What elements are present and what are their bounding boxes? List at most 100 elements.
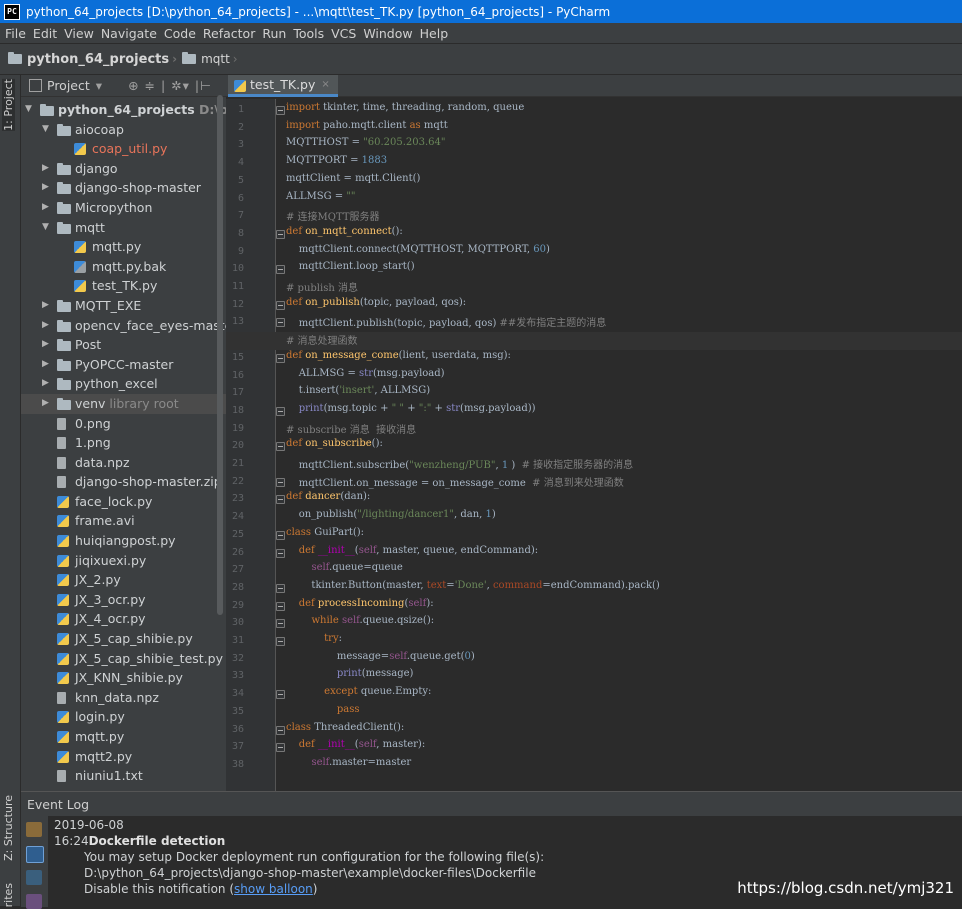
tree-item[interactable]: ▶ opencv_face_eyes-master — [21, 316, 226, 336]
menu-run[interactable]: Run — [262, 26, 286, 41]
code-token: self — [311, 756, 330, 768]
fold-marker-icon[interactable] — [276, 265, 285, 275]
project-tree-scrollbar[interactable] — [217, 95, 223, 615]
tree-item[interactable]: ▶ MQTT_EXE — [21, 296, 226, 316]
tree-item[interactable]: ▶ django — [21, 159, 226, 179]
tree-item[interactable]: JX_4_ocr.py — [21, 609, 226, 629]
fold-marker-icon[interactable] — [276, 601, 285, 611]
collapsed-arrow-icon[interactable]: ▶ — [42, 178, 49, 198]
project-tool-tab[interactable]: 1: Project — [2, 79, 15, 131]
tree-item[interactable]: login.py — [21, 707, 226, 727]
collapsed-arrow-icon[interactable]: ▶ — [42, 394, 49, 414]
menu-help[interactable]: Help — [420, 26, 449, 41]
collapsed-arrow-icon[interactable]: ▶ — [42, 374, 49, 394]
fold-marker-icon[interactable] — [276, 583, 285, 593]
menu-vcs[interactable]: VCS — [331, 26, 356, 41]
folder-icon — [57, 299, 71, 312]
fold-marker-icon[interactable] — [276, 637, 285, 646]
collapsed-arrow-icon[interactable]: ▶ — [42, 296, 49, 316]
tree-item[interactable]: ▼ python_64_projects D:\pythor — [21, 100, 226, 120]
fold-marker-icon[interactable] — [276, 442, 285, 452]
tree-item[interactable]: ▼ aiocoap — [21, 120, 226, 140]
tree-item[interactable]: JX_5_cap_shibie_test.py — [21, 649, 226, 669]
tree-item[interactable]: mqtt.py.bak — [21, 257, 226, 277]
tree-item[interactable]: ▶ venv library root — [21, 393, 226, 414]
tree-item[interactable]: JX_5_cap_shibie.py — [21, 629, 226, 649]
tree-item[interactable]: ▶ Micropython — [21, 198, 226, 218]
collapsed-arrow-icon[interactable]: ▶ — [42, 355, 49, 375]
tree-item[interactable]: ▼ mqtt — [21, 218, 226, 238]
fold-marker-icon[interactable] — [276, 106, 285, 115]
collapsed-arrow-icon[interactable]: ▶ — [42, 335, 49, 355]
close-icon[interactable]: × — [321, 79, 329, 90]
show-balloon-link[interactable]: show balloon — [234, 882, 313, 896]
tree-item[interactable]: data.npz — [21, 453, 226, 473]
tree-item[interactable]: 1.png — [21, 433, 226, 453]
menu-view[interactable]: View — [64, 26, 94, 41]
code-area[interactable]: import tkinter, time, threading, random,… — [226, 99, 962, 791]
project-panel-tools[interactable]: ⊕ ≑ | ✲▾ |⊢ — [128, 78, 212, 93]
tree-item[interactable]: ▶ PyOPCC-master — [21, 355, 226, 375]
menu-code[interactable]: Code — [164, 26, 196, 41]
tree-item[interactable]: test_TK.py — [21, 276, 226, 296]
tree-item-name: python_excel — [75, 376, 158, 392]
fold-marker-icon[interactable] — [276, 406, 285, 416]
fold-marker-icon[interactable] — [276, 548, 285, 558]
tree-item[interactable]: frame.avi — [21, 511, 226, 531]
menu-tools[interactable]: Tools — [293, 26, 324, 41]
fold-marker-icon[interactable] — [276, 353, 285, 363]
tree-item[interactable]: jiqixuexi.py — [21, 551, 226, 571]
menu-navigate[interactable]: Navigate — [101, 26, 157, 41]
code-token: self — [341, 615, 360, 627]
tab-test-tk-py[interactable]: test_TK.py × — [228, 75, 338, 97]
structure-tool-tab[interactable]: Z: Structure — [2, 795, 15, 861]
tree-item[interactable]: JX_KNN_shibie.py — [21, 668, 226, 688]
tree-item[interactable]: ▶ Post — [21, 335, 226, 355]
breadcrumb-folder[interactable]: mqtt › — [182, 52, 238, 66]
tree-item[interactable]: mqtt.py — [21, 237, 226, 257]
collapsed-arrow-icon[interactable]: ▶ — [42, 198, 49, 218]
settings-icon[interactable] — [26, 822, 42, 837]
menu-window[interactable]: Window — [363, 26, 412, 41]
scroll-to-end-icon[interactable] — [26, 870, 42, 885]
tree-item[interactable]: ▶ django-shop-master — [21, 178, 226, 198]
tree-item[interactable]: knn_data.npz — [21, 688, 226, 708]
project-panel-title[interactable]: Project — [47, 78, 90, 93]
fold-marker-icon[interactable] — [276, 300, 285, 310]
tree-item[interactable]: face_lock.py — [21, 492, 226, 512]
fold-marker-icon[interactable] — [276, 229, 285, 239]
tree-item[interactable]: huiqiangpost.py — [21, 531, 226, 551]
tree-item[interactable]: ▶ python_excel — [21, 374, 226, 394]
tree-item[interactable]: JX_2.py — [21, 570, 226, 590]
tree-item[interactable]: 0.png — [21, 414, 226, 434]
menu-edit[interactable]: Edit — [33, 26, 57, 41]
fold-marker-icon[interactable] — [276, 743, 285, 753]
expanded-arrow-icon[interactable]: ▼ — [42, 218, 49, 238]
expanded-arrow-icon[interactable]: ▼ — [25, 100, 32, 120]
fold-marker-icon[interactable] — [276, 690, 285, 700]
tree-item-label: test_TK.py — [92, 276, 157, 296]
menu-refactor[interactable]: Refactor — [203, 26, 255, 41]
favorites-tool-tab[interactable]: rites — [2, 883, 15, 907]
fold-marker-icon[interactable] — [276, 495, 285, 505]
collapsed-arrow-icon[interactable]: ▶ — [42, 316, 49, 336]
tree-item[interactable]: niuniu1.txt — [21, 766, 226, 786]
collapsed-arrow-icon[interactable]: ▶ — [42, 159, 49, 179]
clear-log-icon[interactable] — [26, 894, 42, 909]
tree-item[interactable]: django-shop-master.zip — [21, 472, 226, 492]
tree-item[interactable]: JX_3_ocr.py — [21, 590, 226, 610]
fold-marker-icon[interactable] — [276, 530, 285, 540]
expanded-arrow-icon[interactable]: ▼ — [42, 120, 49, 140]
breadcrumb-project[interactable]: python_64_projects › — [8, 52, 177, 67]
dropdown-arrow-icon[interactable]: ▾ — [96, 78, 102, 93]
tree-item[interactable]: mqtt.py — [21, 727, 226, 747]
fold-marker-icon[interactable] — [276, 318, 285, 328]
tree-item-name: knn_data.npz — [75, 689, 159, 705]
balloon-icon[interactable] — [26, 846, 44, 863]
tree-item[interactable]: mqtt2.py — [21, 747, 226, 767]
fold-marker-icon[interactable] — [276, 619, 285, 629]
menu-file[interactable]: File — [5, 26, 26, 41]
tree-item[interactable]: coap_util.py — [21, 139, 226, 159]
fold-marker-icon[interactable] — [276, 477, 285, 487]
fold-marker-icon[interactable] — [276, 725, 285, 735]
